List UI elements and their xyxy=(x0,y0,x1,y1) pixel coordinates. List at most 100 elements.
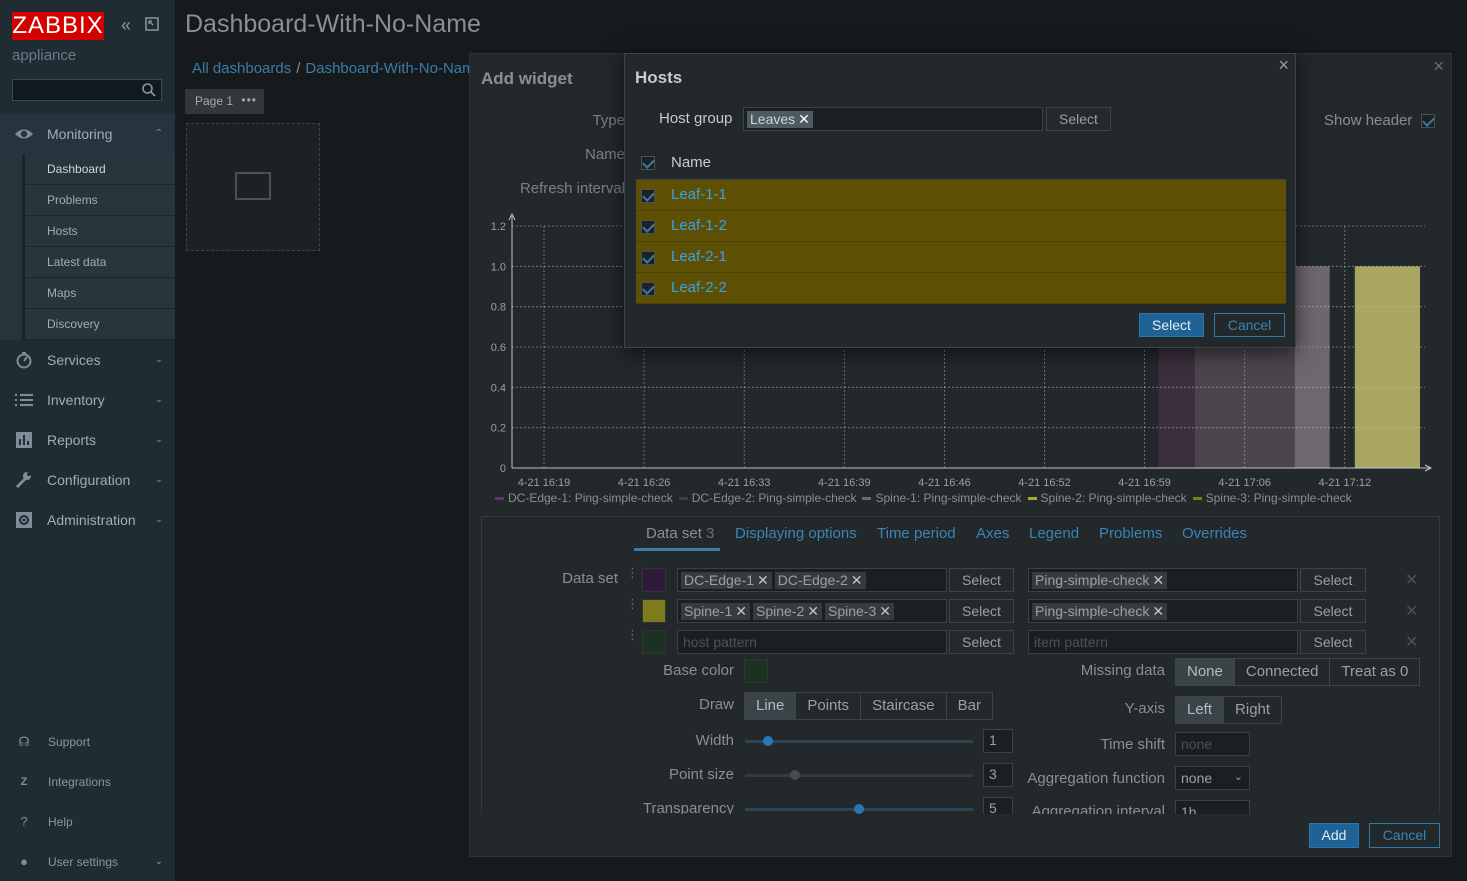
time-shift-input[interactable]: none xyxy=(1175,732,1250,756)
cancel-button[interactable]: Cancel xyxy=(1369,823,1440,848)
row-checkbox[interactable] xyxy=(641,282,655,296)
remove-icon[interactable]: ✕ xyxy=(735,603,747,619)
slider-handle[interactable] xyxy=(790,770,801,780)
host-pattern-input[interactable]: host pattern xyxy=(677,630,947,654)
remove-icon[interactable]: ✕ xyxy=(879,603,891,619)
host-group-select-button[interactable]: Select xyxy=(1046,107,1111,131)
dashboard-page-tab[interactable]: Page 1 ••• xyxy=(185,89,264,114)
menu-reports[interactable]: Reports ⌄ xyxy=(0,420,175,460)
collapse-sidebar-icon[interactable]: « xyxy=(117,16,135,34)
item-pattern-input[interactable]: Ping-simple-check ✕ xyxy=(1028,599,1298,623)
drag-handle-icon[interactable]: ⋮⋮ xyxy=(626,597,652,619)
y-axis-left-option[interactable]: Left xyxy=(1176,697,1225,723)
slider-handle[interactable] xyxy=(762,736,773,746)
table-row[interactable]: Leaf-2-1 xyxy=(636,242,1286,273)
table-row[interactable]: Leaf-1-1 xyxy=(636,180,1286,211)
tab-problems[interactable]: Problems xyxy=(1099,525,1162,542)
submenu-discovery[interactable]: Discovery xyxy=(22,309,175,340)
draw-staircase-option[interactable]: Staircase xyxy=(861,693,947,719)
dataset-color-swatch[interactable] xyxy=(642,630,666,654)
popup-cancel-button[interactable]: Cancel xyxy=(1214,313,1285,337)
tab-legend[interactable]: Legend xyxy=(1029,525,1079,542)
missing-data-treat-as-0-option[interactable]: Treat as 0 xyxy=(1330,659,1419,685)
host-select-button[interactable]: Select xyxy=(949,630,1014,654)
dataset-color-swatch[interactable] xyxy=(642,599,666,623)
draw-bar-option[interactable]: Bar xyxy=(947,693,992,719)
menu-inventory[interactable]: Inventory ⌄ xyxy=(0,380,175,420)
host-pattern-input[interactable]: Spine-1 ✕ Spine-2 ✕ Spine-3 ✕ xyxy=(677,599,947,623)
remove-icon[interactable]: ✕ xyxy=(757,572,769,588)
breadcrumb-all-dashboards[interactable]: All dashboards xyxy=(192,60,291,77)
menu-services[interactable]: Services ⌄ xyxy=(0,340,175,380)
missing-data-connected-option[interactable]: Connected xyxy=(1235,659,1331,685)
row-checkbox[interactable] xyxy=(641,251,655,265)
aggregation-function-select[interactable]: none ⌄ xyxy=(1175,766,1250,790)
drag-handle-icon[interactable]: ⋮⋮ xyxy=(626,566,652,588)
drag-handle-icon[interactable]: ⋮⋮ xyxy=(626,628,652,650)
tab-time-period[interactable]: Time period xyxy=(877,525,956,542)
menu-administration[interactable]: Administration ⌄ xyxy=(0,500,175,540)
remove-icon[interactable]: ✕ xyxy=(798,111,810,127)
y-axis-right-option[interactable]: Right xyxy=(1224,697,1281,723)
draw-points-option[interactable]: Points xyxy=(796,693,862,719)
point-size-slider[interactable] xyxy=(745,770,973,780)
tab-axes[interactable]: Axes xyxy=(976,525,1009,542)
tab-data-set[interactable]: Data set 3 xyxy=(646,525,714,542)
table-row[interactable]: Leaf-1-2 xyxy=(636,211,1286,242)
select-all-checkbox[interactable] xyxy=(641,156,655,170)
host-pattern-input[interactable]: DC-Edge-1 ✕ DC-Edge-2 ✕ xyxy=(677,568,947,592)
draw-line-option[interactable]: Line xyxy=(745,693,797,719)
aggregation-interval-input[interactable]: 1h xyxy=(1175,800,1250,814)
host-name-link[interactable]: Leaf-2-1 xyxy=(671,248,727,265)
width-slider[interactable] xyxy=(745,736,973,746)
submenu-latest-data[interactable]: Latest data xyxy=(22,247,175,278)
menu-help[interactable]: ? Help xyxy=(0,802,175,842)
dataset-color-swatch[interactable] xyxy=(642,568,666,592)
row-checkbox[interactable] xyxy=(641,220,655,234)
tab-displaying-options[interactable]: Displaying options xyxy=(735,525,857,542)
zabbix-logo[interactable]: ZABBIX xyxy=(12,12,104,40)
item-pattern-input[interactable]: Ping-simple-check ✕ xyxy=(1028,568,1298,592)
menu-support[interactable]: ☊ Support xyxy=(0,722,175,762)
host-name-link[interactable]: Leaf-2-2 xyxy=(671,279,727,296)
slider-handle[interactable] xyxy=(854,804,864,814)
host-select-button[interactable]: Select xyxy=(949,568,1014,592)
base-color-swatch[interactable] xyxy=(744,659,768,683)
transparency-slider[interactable] xyxy=(745,804,973,814)
close-icon[interactable]: × xyxy=(1278,55,1289,76)
breadcrumb-current[interactable]: Dashboard-With-No-Name xyxy=(305,60,472,77)
host-select-button[interactable]: Select xyxy=(949,599,1014,623)
widget-placeholder[interactable] xyxy=(186,123,320,251)
item-pattern-input[interactable]: item pattern xyxy=(1028,630,1298,654)
add-button[interactable]: Add xyxy=(1309,823,1359,848)
popup-select-button[interactable]: Select xyxy=(1139,313,1204,337)
item-select-button[interactable]: Select xyxy=(1300,630,1366,654)
item-select-button[interactable]: Select xyxy=(1300,599,1366,623)
submenu-dashboard[interactable]: Dashboard xyxy=(22,154,175,185)
table-row[interactable]: Leaf-2-2 xyxy=(636,273,1286,304)
kiosk-mode-icon[interactable] xyxy=(143,16,161,34)
more-options-icon[interactable]: ••• xyxy=(241,93,257,107)
remove-icon[interactable]: ✕ xyxy=(851,572,863,588)
remove-dataset-icon[interactable]: ✕ xyxy=(1405,601,1418,621)
menu-monitoring[interactable]: Monitoring ⌃ xyxy=(0,114,175,154)
missing-data-none-option[interactable]: None xyxy=(1176,659,1235,685)
menu-configuration[interactable]: Configuration ⌄ xyxy=(0,460,175,500)
remove-icon[interactable]: ✕ xyxy=(1152,603,1164,619)
submenu-maps[interactable]: Maps xyxy=(22,278,175,309)
remove-icon[interactable]: ✕ xyxy=(807,603,819,619)
host-group-input[interactable]: Leaves ✕ xyxy=(743,107,1043,131)
remove-dataset-icon[interactable]: ✕ xyxy=(1405,570,1418,590)
menu-user-settings[interactable]: ● User settings ⌄ xyxy=(0,842,175,881)
menu-integrations[interactable]: Z Integrations xyxy=(0,762,175,802)
sidebar-search-input[interactable] xyxy=(12,79,162,101)
submenu-hosts[interactable]: Hosts xyxy=(22,216,175,247)
host-name-link[interactable]: Leaf-1-1 xyxy=(671,186,727,203)
search-icon[interactable] xyxy=(141,82,157,98)
remove-dataset-icon[interactable]: ✕ xyxy=(1405,632,1418,652)
tab-overrides[interactable]: Overrides xyxy=(1182,525,1247,542)
row-checkbox[interactable] xyxy=(641,189,655,203)
host-name-link[interactable]: Leaf-1-2 xyxy=(671,217,727,234)
item-select-button[interactable]: Select xyxy=(1300,568,1366,592)
submenu-problems[interactable]: Problems xyxy=(22,185,175,216)
